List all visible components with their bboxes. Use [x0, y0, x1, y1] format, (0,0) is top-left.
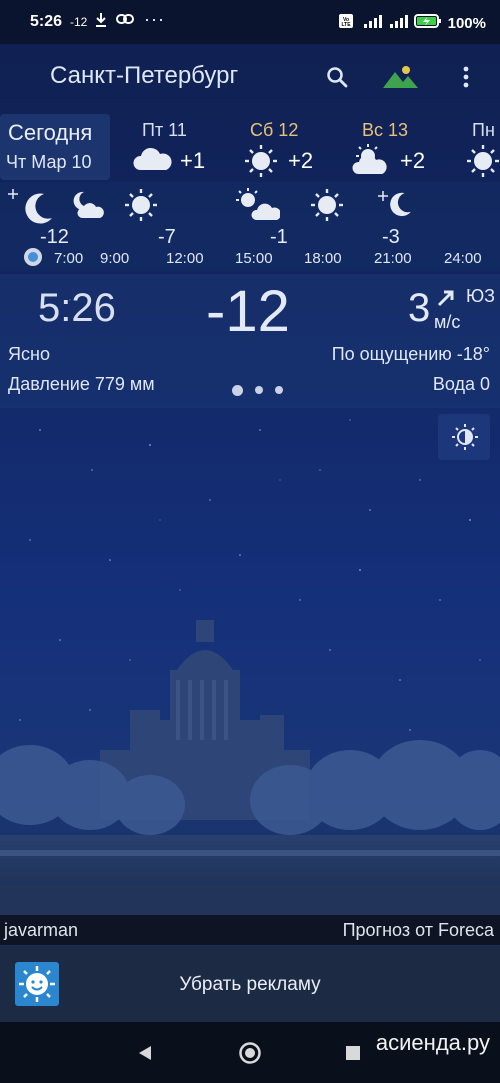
status-time: 5:26	[30, 13, 63, 30]
tab-day-4[interactable]: Пн	[462, 114, 500, 180]
tab-today-label: Сегодня	[8, 120, 93, 145]
watermark-text: асиенда.ру	[375, 1030, 490, 1055]
tab-day-temp: +1	[180, 148, 206, 173]
wind-direction: ЮЗ	[466, 286, 496, 306]
page-dot	[255, 386, 263, 394]
tab-day-3[interactable]: Вс 13 +2	[350, 114, 440, 180]
hourly-forecast[interactable]: -12 -7 -1 -3 7:00 9:00 12:00 15:00 18:00…	[0, 182, 500, 270]
status-more: ···	[144, 9, 165, 29]
current-temp: -12	[206, 279, 290, 344]
hourly-temp: -12	[40, 226, 69, 248]
moon-icon	[20, 190, 56, 231]
moon-icon	[386, 190, 414, 223]
tab-day-label: Пт 11	[142, 120, 187, 140]
signal-4g-icon	[360, 13, 382, 33]
tab-day-temp: +2	[288, 148, 314, 173]
sun-icon	[124, 188, 158, 227]
signal-icon	[388, 13, 408, 33]
status-bar: 5:26 -12 ··· Vo LTE 100%	[0, 0, 500, 44]
remove-ads-label: Убрать рекламу	[179, 974, 321, 995]
sun-icon	[244, 144, 278, 183]
partly-cloudy-icon	[132, 146, 174, 177]
tab-day-label: Пн	[472, 120, 495, 140]
day-tabs: Сегодня Чт Мар 10 Пт 11 +1 Сб 12 +2 Вс 1…	[0, 114, 500, 180]
page-indicator	[232, 385, 283, 396]
current-time-marker	[24, 248, 42, 266]
status-temp: -12	[70, 15, 88, 29]
back-icon[interactable]	[136, 1044, 154, 1067]
sun-info-button[interactable]	[438, 414, 490, 460]
tab-day-label: Сб 12	[250, 120, 299, 140]
wind-arrow-icon	[436, 288, 456, 313]
sun-icon	[466, 144, 500, 180]
star-icon	[8, 186, 18, 204]
forecast-provider[interactable]: Прогноз от Foreca	[343, 920, 494, 941]
home-icon[interactable]	[238, 1041, 262, 1070]
remove-ads-banner[interactable]: Убрать рекламу	[0, 946, 500, 1022]
wind-unit: м/с	[434, 312, 461, 332]
city-landscape-image	[0, 620, 500, 915]
hourly-time: 12:00	[166, 250, 204, 267]
wind-speed: 3	[408, 286, 431, 330]
tab-day-label: Вс 13	[362, 120, 409, 140]
hourly-time: 7:00	[54, 250, 84, 267]
precipitation: Вода 0	[432, 374, 490, 394]
download-icon	[94, 12, 108, 31]
current-conditions[interactable]: 5:26 -12 3 ЮЗ м/с Ясно По ощущению -18° …	[0, 274, 500, 408]
link-icon	[116, 13, 134, 28]
hourly-time: 24:00	[444, 250, 482, 267]
hourly-time: 21:00	[374, 250, 412, 267]
hourly-time: 9:00	[100, 250, 130, 267]
search-icon[interactable]	[322, 62, 352, 92]
pressure: Давление 779 мм	[8, 374, 155, 394]
hourly-temp: -3	[382, 226, 400, 248]
svg-text:LTE: LTE	[341, 22, 351, 28]
city-title[interactable]: Санкт-Петербург	[50, 62, 238, 90]
battery-level: 100%	[447, 14, 486, 32]
photo-author[interactable]: javarman	[4, 920, 78, 941]
tab-day-1[interactable]: Пт 11 +1	[128, 114, 218, 180]
moon-cloud-icon	[68, 190, 106, 225]
feels-like: По ощущению -18°	[331, 344, 490, 364]
volte-icon: Vo LTE	[338, 13, 354, 33]
hourly-time: 15:00	[235, 250, 273, 267]
tab-day-temp: +2	[400, 148, 426, 173]
page-dot	[232, 385, 243, 396]
tab-day-2[interactable]: Сб 12 +2	[240, 114, 330, 180]
hourly-temp: -7	[158, 226, 176, 248]
info-bar: javarman Прогноз от Foreca	[0, 915, 500, 945]
current-time: 5:26	[38, 286, 116, 330]
sun-icon	[310, 188, 344, 227]
hourly-temp: -1	[270, 226, 288, 248]
page-dot	[275, 386, 283, 394]
partly-sunny-icon	[234, 188, 281, 227]
partly-sunny-icon	[352, 144, 392, 181]
condition-text: Ясно	[8, 344, 50, 364]
hourly-time: 18:00	[304, 250, 342, 267]
tab-today[interactable]: Сегодня Чт Мар 10	[0, 114, 110, 180]
sun-eclipse-icon	[451, 423, 479, 456]
more-vert-icon[interactable]	[454, 62, 478, 92]
battery-charging-icon	[413, 13, 442, 33]
recents-icon[interactable]	[346, 1046, 360, 1065]
landscape-icon[interactable]	[380, 60, 420, 92]
tab-today-date: Чт Мар 10	[6, 152, 92, 172]
